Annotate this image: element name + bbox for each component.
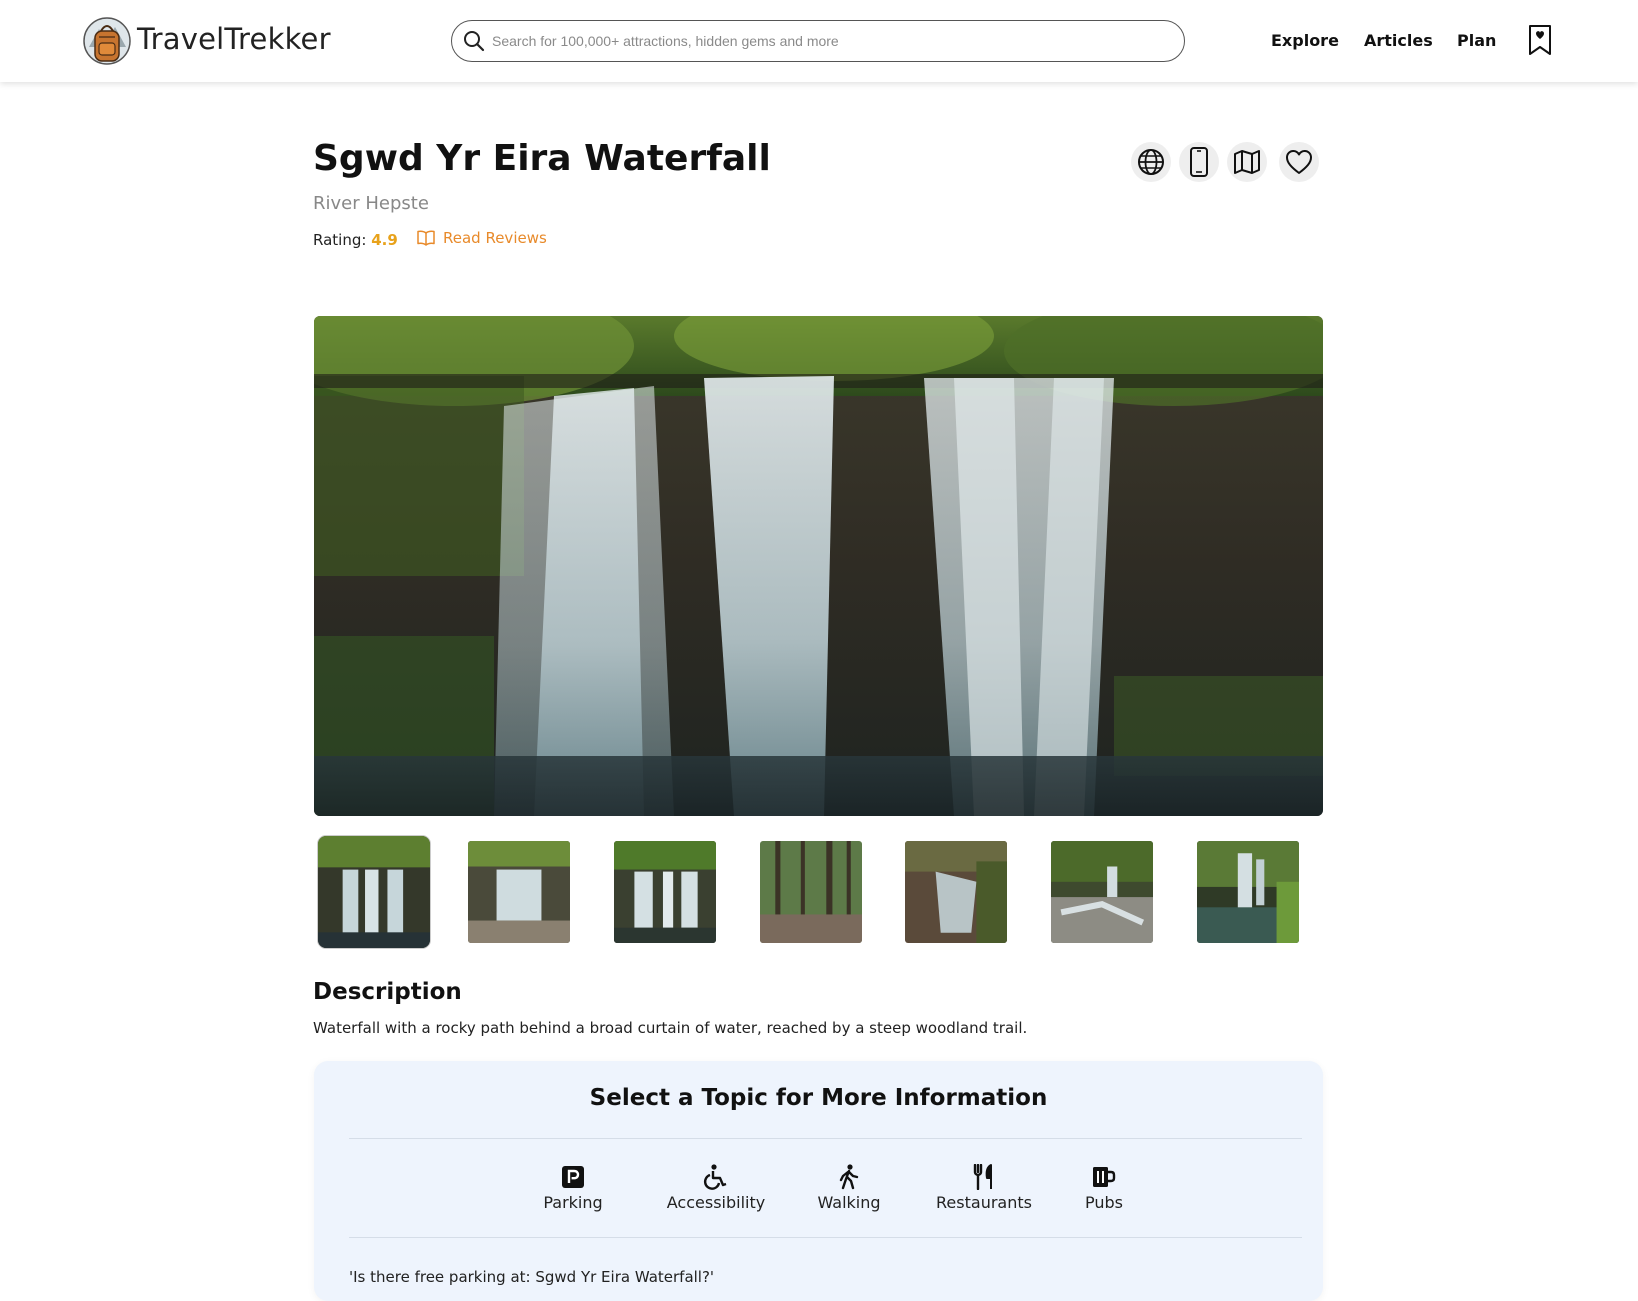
nav-plan[interactable]: Plan — [1457, 31, 1496, 50]
backpack-logo-icon[interactable] — [83, 15, 131, 67]
page-title: Sgwd Yr Eira Waterfall — [313, 138, 771, 179]
search-input[interactable] — [492, 30, 1162, 52]
rating-value: 4.9 — [371, 231, 398, 249]
walking-icon — [839, 1164, 859, 1190]
parking-icon — [562, 1166, 584, 1188]
search-icon — [464, 31, 485, 52]
location-subtitle: River Hepste — [313, 193, 429, 214]
brand-name[interactable]: TravelTrekker — [137, 22, 331, 56]
open-book-icon — [417, 230, 435, 246]
phone-button[interactable] — [1179, 142, 1219, 182]
topic-question: 'Is there free parking at: Sgwd Yr Eira … — [349, 1268, 715, 1286]
topic-walking[interactable]: Walking — [804, 1163, 894, 1212]
bookmark-heart-icon — [1529, 25, 1551, 55]
search-bar[interactable] — [451, 20, 1185, 62]
divider — [349, 1138, 1302, 1139]
read-reviews-label: Read Reviews — [443, 229, 547, 247]
map-icon — [1234, 150, 1260, 174]
saved-bookmark-button[interactable] — [1528, 24, 1552, 56]
wheelchair-icon — [703, 1164, 727, 1190]
heart-icon — [1286, 150, 1312, 174]
gallery-thumbnail-4[interactable] — [760, 841, 862, 943]
topic-accessibility[interactable]: Accessibility — [650, 1163, 782, 1212]
gallery-thumbnail-6[interactable] — [1051, 841, 1153, 943]
gallery-thumbnail-7[interactable] — [1197, 841, 1299, 943]
gallery-thumbnail-1[interactable] — [318, 836, 430, 948]
read-reviews-link[interactable]: Read Reviews — [417, 229, 547, 247]
rating: Rating: 4.9 — [313, 231, 398, 249]
divider — [349, 1237, 1302, 1238]
top-header: TravelTrekker Explore Articles Plan — [0, 0, 1638, 82]
topic-heading: Select a Topic for More Information — [589, 1085, 1048, 1111]
main-waterfall-photo[interactable] — [314, 316, 1323, 816]
topic-pubs[interactable]: Pubs — [1074, 1163, 1134, 1212]
website-button[interactable] — [1131, 142, 1171, 182]
topic-label: Restaurants — [936, 1193, 1032, 1212]
globe-icon — [1138, 149, 1164, 175]
map-button[interactable] — [1227, 142, 1267, 182]
topic-restaurants[interactable]: Restaurants — [924, 1163, 1044, 1212]
topic-panel: Select a Topic for More Information Park… — [314, 1061, 1323, 1301]
description-text: Waterfall with a rocky path behind a bro… — [313, 1019, 1028, 1037]
nav-explore[interactable]: Explore — [1271, 31, 1339, 50]
gallery-thumbnail-3[interactable] — [614, 841, 716, 943]
gallery-thumbnail-5[interactable] — [905, 841, 1007, 943]
description-heading: Description — [313, 979, 462, 1005]
favorite-button[interactable] — [1279, 142, 1319, 182]
restaurant-icon — [973, 1164, 992, 1190]
topic-parking[interactable]: Parking — [532, 1163, 614, 1212]
topic-label: Accessibility — [666, 1193, 766, 1212]
rating-label: Rating: — [313, 231, 367, 249]
beer-mug-icon — [1093, 1167, 1116, 1187]
topic-label: Parking — [543, 1193, 603, 1212]
gallery-thumbnail-2[interactable] — [468, 841, 570, 943]
phone-icon — [1190, 147, 1208, 177]
topic-label: Pubs — [1085, 1193, 1123, 1212]
topic-label: Walking — [817, 1193, 881, 1212]
nav-articles[interactable]: Articles — [1364, 31, 1433, 50]
